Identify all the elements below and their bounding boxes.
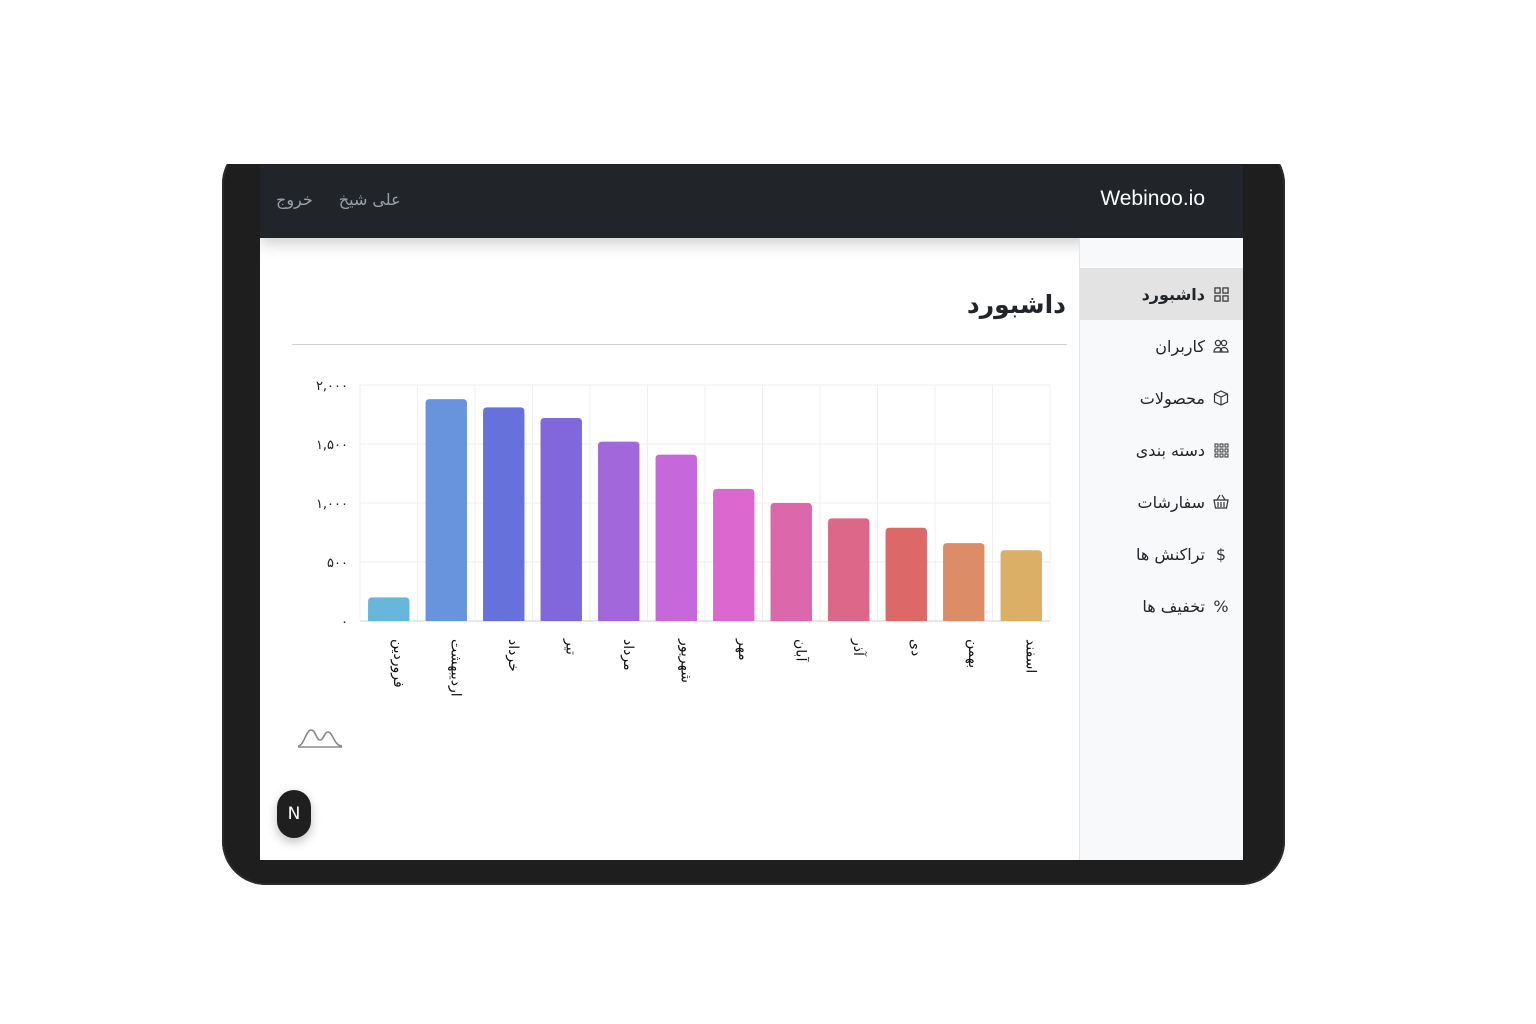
sidebar-item-label: تخفیف ها	[1142, 596, 1205, 616]
bar-2	[425, 399, 467, 621]
sidebar-item-discounts[interactable]: % تخفیف ها	[1080, 580, 1243, 632]
main-content: داشبورد ۰ ۵۰۰ ۱,۰۰۰ ۱,۵۰۰ ۲,۰۰۰ فروردین اردیبه…	[260, 238, 1078, 860]
x-category-label: آبان	[792, 639, 809, 662]
sidebar-item-label: دسته بندی	[1135, 440, 1205, 460]
basket-icon	[1213, 494, 1229, 510]
x-category-label: مرداد	[620, 639, 636, 671]
sidebar-item-products[interactable]: محصولات	[1080, 372, 1243, 424]
y-tick-label: ۰	[341, 615, 348, 630]
chart-watermark-icon	[297, 729, 343, 748]
dollar-icon: $	[1215, 544, 1227, 564]
navbar-links: خروج علی شیخ	[276, 190, 401, 209]
x-category-label: بهمن	[965, 639, 981, 668]
bar-8	[770, 503, 812, 621]
floating-action-button[interactable]: N	[277, 790, 311, 838]
sidebar: داشبورد کاربران محصولات دسته بندی سفارشا…	[1079, 238, 1243, 860]
x-category-label: شهریور	[677, 638, 693, 683]
y-tick-label: ۱,۵۰۰	[316, 438, 348, 453]
sidebar-item-label: داشبورد	[1141, 284, 1205, 304]
y-tick-label: ۵۰۰	[327, 556, 348, 571]
users-icon	[1213, 338, 1229, 354]
sidebar-item-dashboard[interactable]: داشبورد	[1080, 268, 1243, 320]
x-category-label: تیر	[562, 638, 578, 655]
apps-icon	[1213, 442, 1229, 458]
brand-logo[interactable]: Webinoo.io	[1100, 187, 1205, 211]
sidebar-item-label: سفارشات	[1137, 492, 1205, 512]
bar-11	[943, 543, 985, 621]
sidebar-item-categories[interactable]: دسته بندی	[1080, 424, 1243, 476]
logout-link[interactable]: خروج	[276, 190, 313, 209]
x-category-label: مهر	[735, 638, 751, 661]
top-navbar: Webinoo.io خروج علی شیخ	[260, 165, 1243, 238]
sidebar-item-label: محصولات	[1139, 388, 1205, 408]
bar-10	[885, 527, 927, 621]
box-icon	[1213, 390, 1229, 406]
x-category-label: اردیبهشت	[447, 639, 463, 697]
bar-3	[483, 407, 525, 621]
title-divider	[292, 344, 1067, 345]
percent-icon: %	[1213, 596, 1229, 616]
bar-1	[368, 597, 410, 621]
sidebar-item-transactions[interactable]: $ تراکنش ها	[1080, 528, 1243, 580]
y-tick-label: ۲,۰۰۰	[316, 379, 348, 394]
bar-9	[828, 518, 870, 621]
x-category-label: فروردین	[390, 639, 406, 688]
user-name-link[interactable]: علی شیخ	[339, 190, 401, 209]
bar-4	[540, 418, 582, 621]
page-title: داشبورد	[966, 290, 1066, 319]
sidebar-item-label: تراکنش ها	[1136, 544, 1205, 564]
x-category-label: اسفند	[1022, 639, 1038, 673]
grid-icon	[1213, 286, 1229, 302]
x-category-label: دی	[907, 639, 923, 656]
bar-12	[1000, 550, 1042, 621]
y-tick-label: ۱,۰۰۰	[316, 497, 348, 512]
x-category-label: خرداد	[505, 639, 521, 672]
app-screen: Webinoo.io خروج علی شیخ داشبورد کاربران …	[260, 165, 1243, 860]
bar-6	[655, 454, 697, 621]
bar-5	[598, 441, 640, 621]
sidebar-item-users[interactable]: کاربران	[1080, 320, 1243, 372]
bar-7	[713, 488, 755, 621]
x-category-label: آذر	[850, 638, 867, 657]
sidebar-item-orders[interactable]: سفارشات	[1080, 476, 1243, 528]
monthly-bar-chart: ۰ ۵۰۰ ۱,۰۰۰ ۱,۵۰۰ ۲,۰۰۰ فروردین اردیبهشت خرداد ت…	[316, 379, 1051, 697]
sidebar-item-label: کاربران	[1155, 336, 1205, 356]
